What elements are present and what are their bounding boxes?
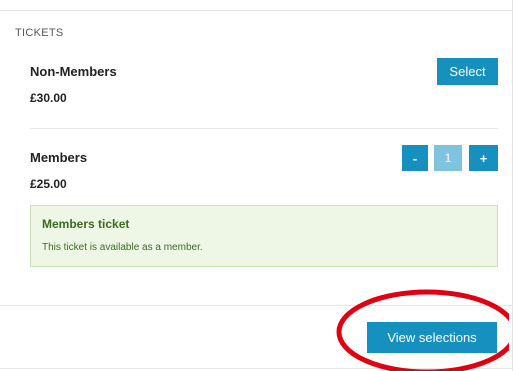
- quantity-value: 1: [434, 145, 462, 171]
- info-title: Members ticket: [42, 217, 130, 231]
- tickets-panel: TICKETS Non-Members £30.00 Select Member…: [0, 0, 513, 371]
- ticket-price-non-members: £30.00: [30, 91, 67, 105]
- top-divider: [0, 10, 513, 11]
- ticket-price-members: £25.00: [30, 177, 67, 191]
- red-circle-annotation: [336, 289, 509, 371]
- section-title: TICKETS: [15, 27, 64, 39]
- ticket-name-members: Members: [30, 150, 88, 165]
- select-button[interactable]: Select: [437, 58, 498, 85]
- ticket-divider: [30, 128, 498, 129]
- quantity-decrement-button[interactable]: -: [402, 145, 428, 171]
- members-info-box: Members ticket This ticket is available …: [30, 205, 498, 267]
- ticket-name-non-members: Non-Members: [30, 64, 117, 79]
- info-text: This ticket is available as a member.: [42, 242, 203, 253]
- quantity-increment-button[interactable]: +: [469, 145, 498, 171]
